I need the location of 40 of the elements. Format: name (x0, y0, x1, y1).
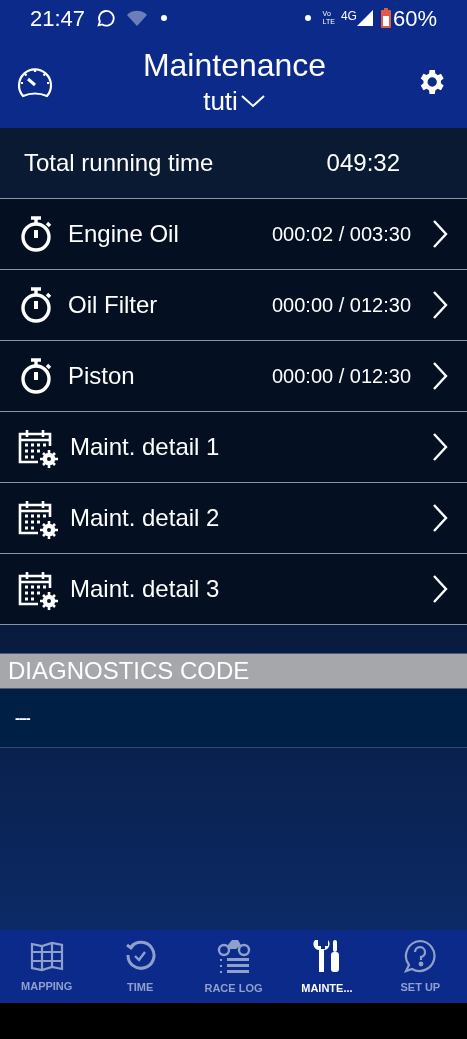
chat-icon (95, 7, 118, 29)
speedometer-icon[interactable] (16, 65, 54, 99)
maintenance-item[interactable]: Maint. detail 2 (0, 483, 467, 554)
dot-icon (304, 15, 311, 21)
maintenance-item[interactable]: Engine Oil 000:02 / 003:30 (0, 199, 467, 270)
maintenance-item[interactable]: Maint. detail 1 (0, 412, 467, 483)
nav-tab[interactable]: MAINTE... (280, 930, 374, 1003)
total-label: Total running time (24, 148, 215, 178)
battery-icon (380, 8, 391, 28)
tools-icon (311, 938, 342, 975)
dot-icon (161, 15, 168, 21)
nav-tab[interactable]: SET UP (373, 930, 467, 1003)
item-hours: 000:02 / 003:30 (272, 222, 411, 247)
nav-tab[interactable]: MAPPING (0, 930, 94, 1003)
nav-tab[interactable]: TIME (93, 930, 187, 1003)
motorbike-list-icon (216, 938, 251, 975)
chevron-right-icon (431, 290, 449, 320)
item-hours: 000:00 / 012:30 (272, 364, 411, 389)
screen-title: Maintenance (142, 46, 327, 84)
section-header: DIAGNOSTICS CODE (0, 653, 467, 689)
diagnostic-code: ---- (0, 689, 467, 748)
chevron-right-icon (431, 432, 449, 462)
chevron-right-icon (431, 361, 449, 391)
wifi-icon (127, 10, 148, 26)
maintenance-item[interactable]: Maint. detail 3 (0, 554, 467, 625)
item-hours: 000:00 / 012:30 (272, 293, 411, 318)
signal-icon (356, 10, 373, 26)
maintenance-item[interactable]: Piston 000:00 / 012:30 (0, 341, 467, 412)
map-icon (29, 940, 64, 973)
clock: 21:47 (30, 4, 86, 33)
network-type: 4G (340, 8, 357, 25)
chevron-right-icon (431, 219, 449, 249)
total-value: 049:32 (326, 148, 400, 178)
chevron-right-icon (431, 503, 449, 533)
help-icon (403, 939, 438, 974)
battery-percent: 60% (392, 4, 437, 33)
chevron-down-icon (239, 93, 266, 109)
nav-tab[interactable]: RACE LOG (186, 930, 281, 1003)
profile-selector[interactable]: tuti (203, 84, 266, 118)
chevron-right-icon (431, 574, 449, 604)
